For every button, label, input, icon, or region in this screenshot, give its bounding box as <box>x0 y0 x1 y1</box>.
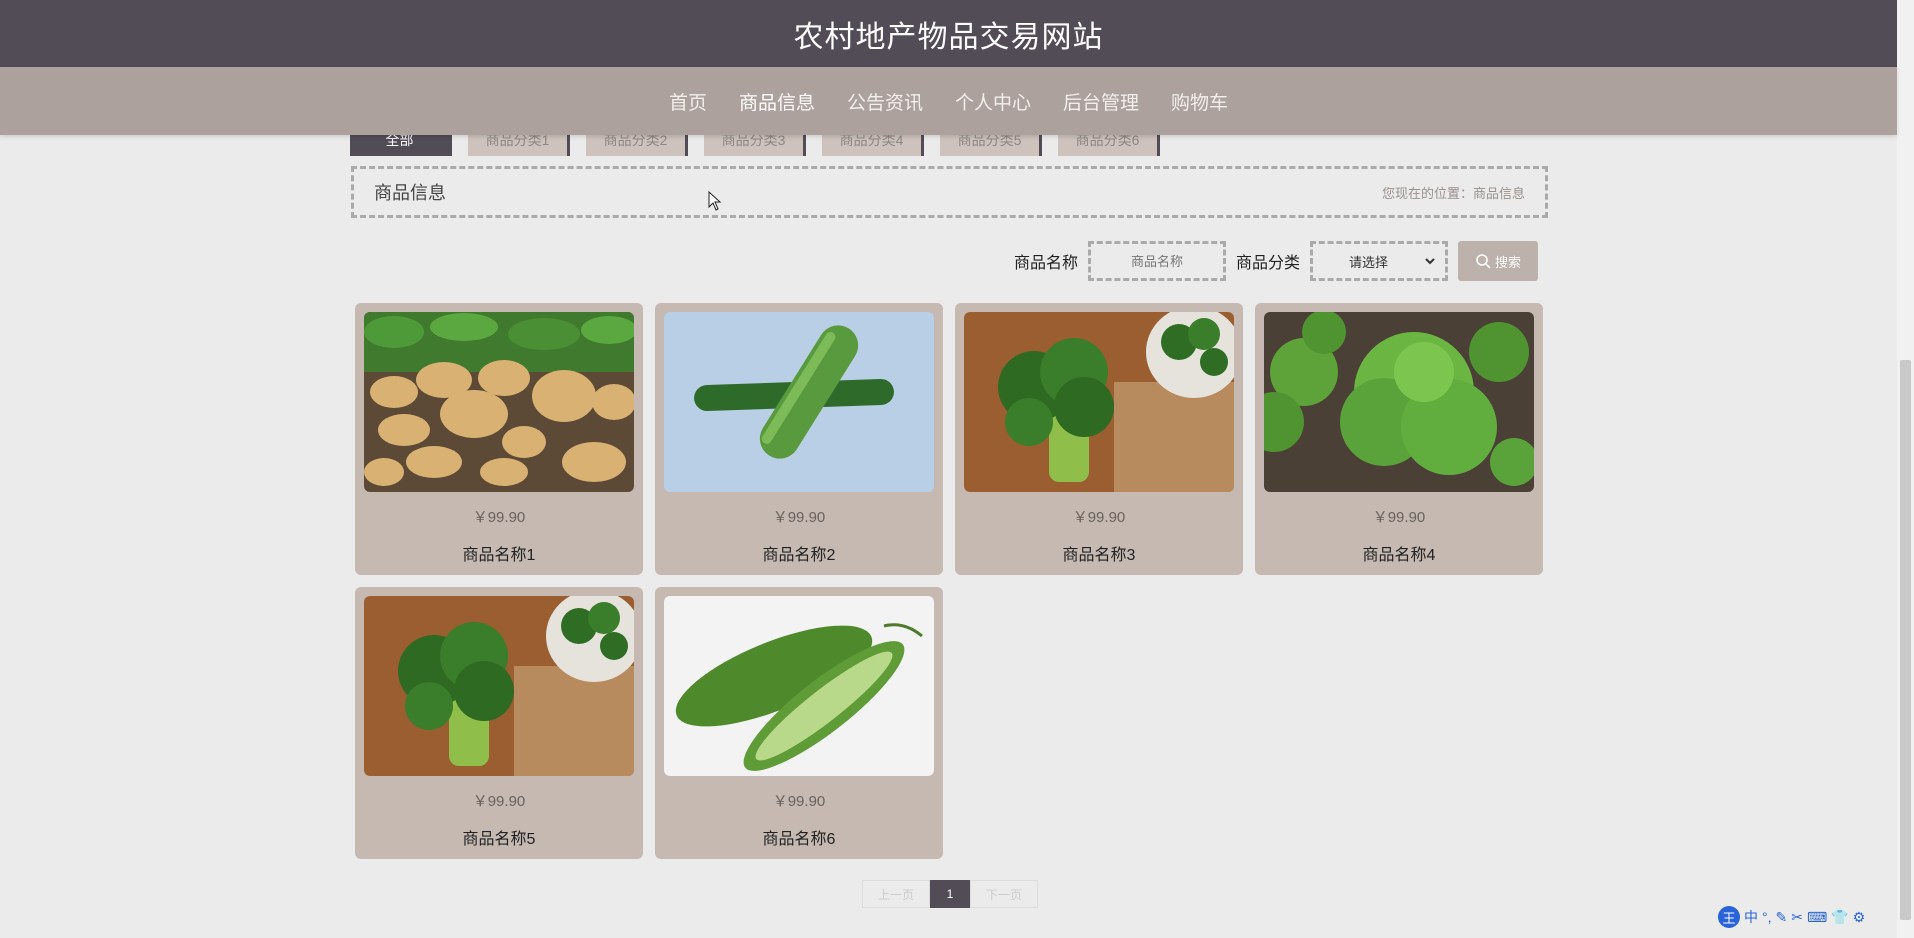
product-image-broccoli[interactable] <box>364 596 634 776</box>
product-image-broccoli[interactable] <box>964 312 1234 492</box>
search-button-label: 搜索 <box>1494 254 1521 270</box>
product-name[interactable]: 商品名称4 <box>1264 541 1534 565</box>
product-price: ￥99.90 <box>472 793 526 810</box>
mouse-cursor-icon <box>708 191 722 211</box>
product-image-potatoes[interactable] <box>364 312 634 492</box>
product-price: ￥99.90 <box>1372 509 1426 526</box>
ime-scissors-icon[interactable]: ✂ <box>1791 909 1803 926</box>
pagination: 上一页 1 下一页 <box>862 880 1038 908</box>
product-name[interactable]: 商品名称6 <box>664 825 934 849</box>
prev-page-button[interactable]: 上一页 <box>862 880 930 908</box>
product-card[interactable]: ￥99.90 商品名称3 <box>955 303 1243 575</box>
chevron-down-icon <box>1425 258 1435 265</box>
product-price: ￥99.90 <box>1072 509 1126 526</box>
product-name[interactable]: 商品名称5 <box>364 825 634 849</box>
ime-mode-toggle[interactable]: 中 <box>1744 907 1758 927</box>
nav-item-news[interactable]: 公告资讯 <box>831 88 939 115</box>
product-image-cucumbers[interactable] <box>664 312 934 492</box>
category-select-value: 请选择 <box>1349 254 1389 270</box>
nav-item-cart[interactable]: 购物车 <box>1155 88 1244 115</box>
ime-keyboard-icon[interactable]: ⌨ <box>1807 909 1827 926</box>
page-title: 商品信息 <box>374 183 446 203</box>
product-name[interactable]: 商品名称3 <box>964 541 1234 565</box>
product-card[interactable]: ￥99.90 商品名称4 <box>1255 303 1543 575</box>
nav-item-profile[interactable]: 个人中心 <box>939 88 1047 115</box>
product-name[interactable]: 商品名称1 <box>364 541 634 565</box>
ime-pen-icon[interactable]: ✎ <box>1776 909 1788 926</box>
product-image-lettuce[interactable] <box>1264 312 1534 492</box>
nav-item-products[interactable]: 商品信息 <box>723 88 831 115</box>
site-header: 农村地产物品交易网站 <box>0 0 1897 67</box>
product-name[interactable]: 商品名称2 <box>664 541 934 565</box>
page-scrollbar[interactable] <box>1897 0 1914 938</box>
ime-toolbar: 王 中 °, ✎ ✂ ⌨ 👕 ⚙ <box>1718 906 1865 928</box>
breadcrumb: 商品信息 您现在的位置：商品信息 <box>351 166 1548 218</box>
nav-item-home[interactable]: 首页 <box>653 88 723 115</box>
category-select[interactable]: 请选择 <box>1310 241 1448 281</box>
ime-logo-icon[interactable]: 王 <box>1718 906 1740 928</box>
product-grid: ￥99.90 商品名称1 ￥99.90 商品名称2 ￥99.90 商品名称3 ￥… <box>355 303 1543 859</box>
product-price: ￥99.90 <box>772 793 826 810</box>
product-card[interactable]: ￥99.90 商品名称2 <box>655 303 943 575</box>
nav-item-admin[interactable]: 后台管理 <box>1047 88 1155 115</box>
product-card[interactable]: ￥99.90 商品名称1 <box>355 303 643 575</box>
page-number-button[interactable]: 1 <box>930 880 970 908</box>
name-search-label: 商品名称 <box>1013 255 1078 272</box>
category-search-label: 商品分类 <box>1235 255 1300 272</box>
ime-settings-icon[interactable]: ⚙ <box>1853 909 1866 926</box>
name-search-input[interactable] <box>1087 241 1226 281</box>
product-card[interactable]: ￥99.90 商品名称6 <box>655 587 943 859</box>
product-price: ￥99.90 <box>472 509 526 526</box>
scrollbar-thumb[interactable] <box>1900 360 1911 920</box>
search-icon <box>1476 254 1491 269</box>
next-page-button[interactable]: 下一页 <box>970 880 1038 908</box>
ime-punctuation-icon[interactable]: °, <box>1762 909 1772 925</box>
search-bar: 商品名称 商品分类 请选择 搜索 <box>1014 240 1538 282</box>
site-title: 农村地产物品交易网站 <box>793 20 1104 54</box>
search-button[interactable]: 搜索 <box>1458 241 1538 281</box>
product-price: ￥99.90 <box>772 509 826 526</box>
breadcrumb-location: 您现在的位置：商品信息 <box>1381 185 1525 201</box>
main-nav: 首页 商品信息 公告资讯 个人中心 后台管理 购物车 <box>0 67 1897 135</box>
product-card[interactable]: ￥99.90 商品名称5 <box>355 587 643 859</box>
product-image-bitter-melon[interactable] <box>664 596 934 776</box>
ime-shirt-icon[interactable]: 👕 <box>1831 909 1848 926</box>
